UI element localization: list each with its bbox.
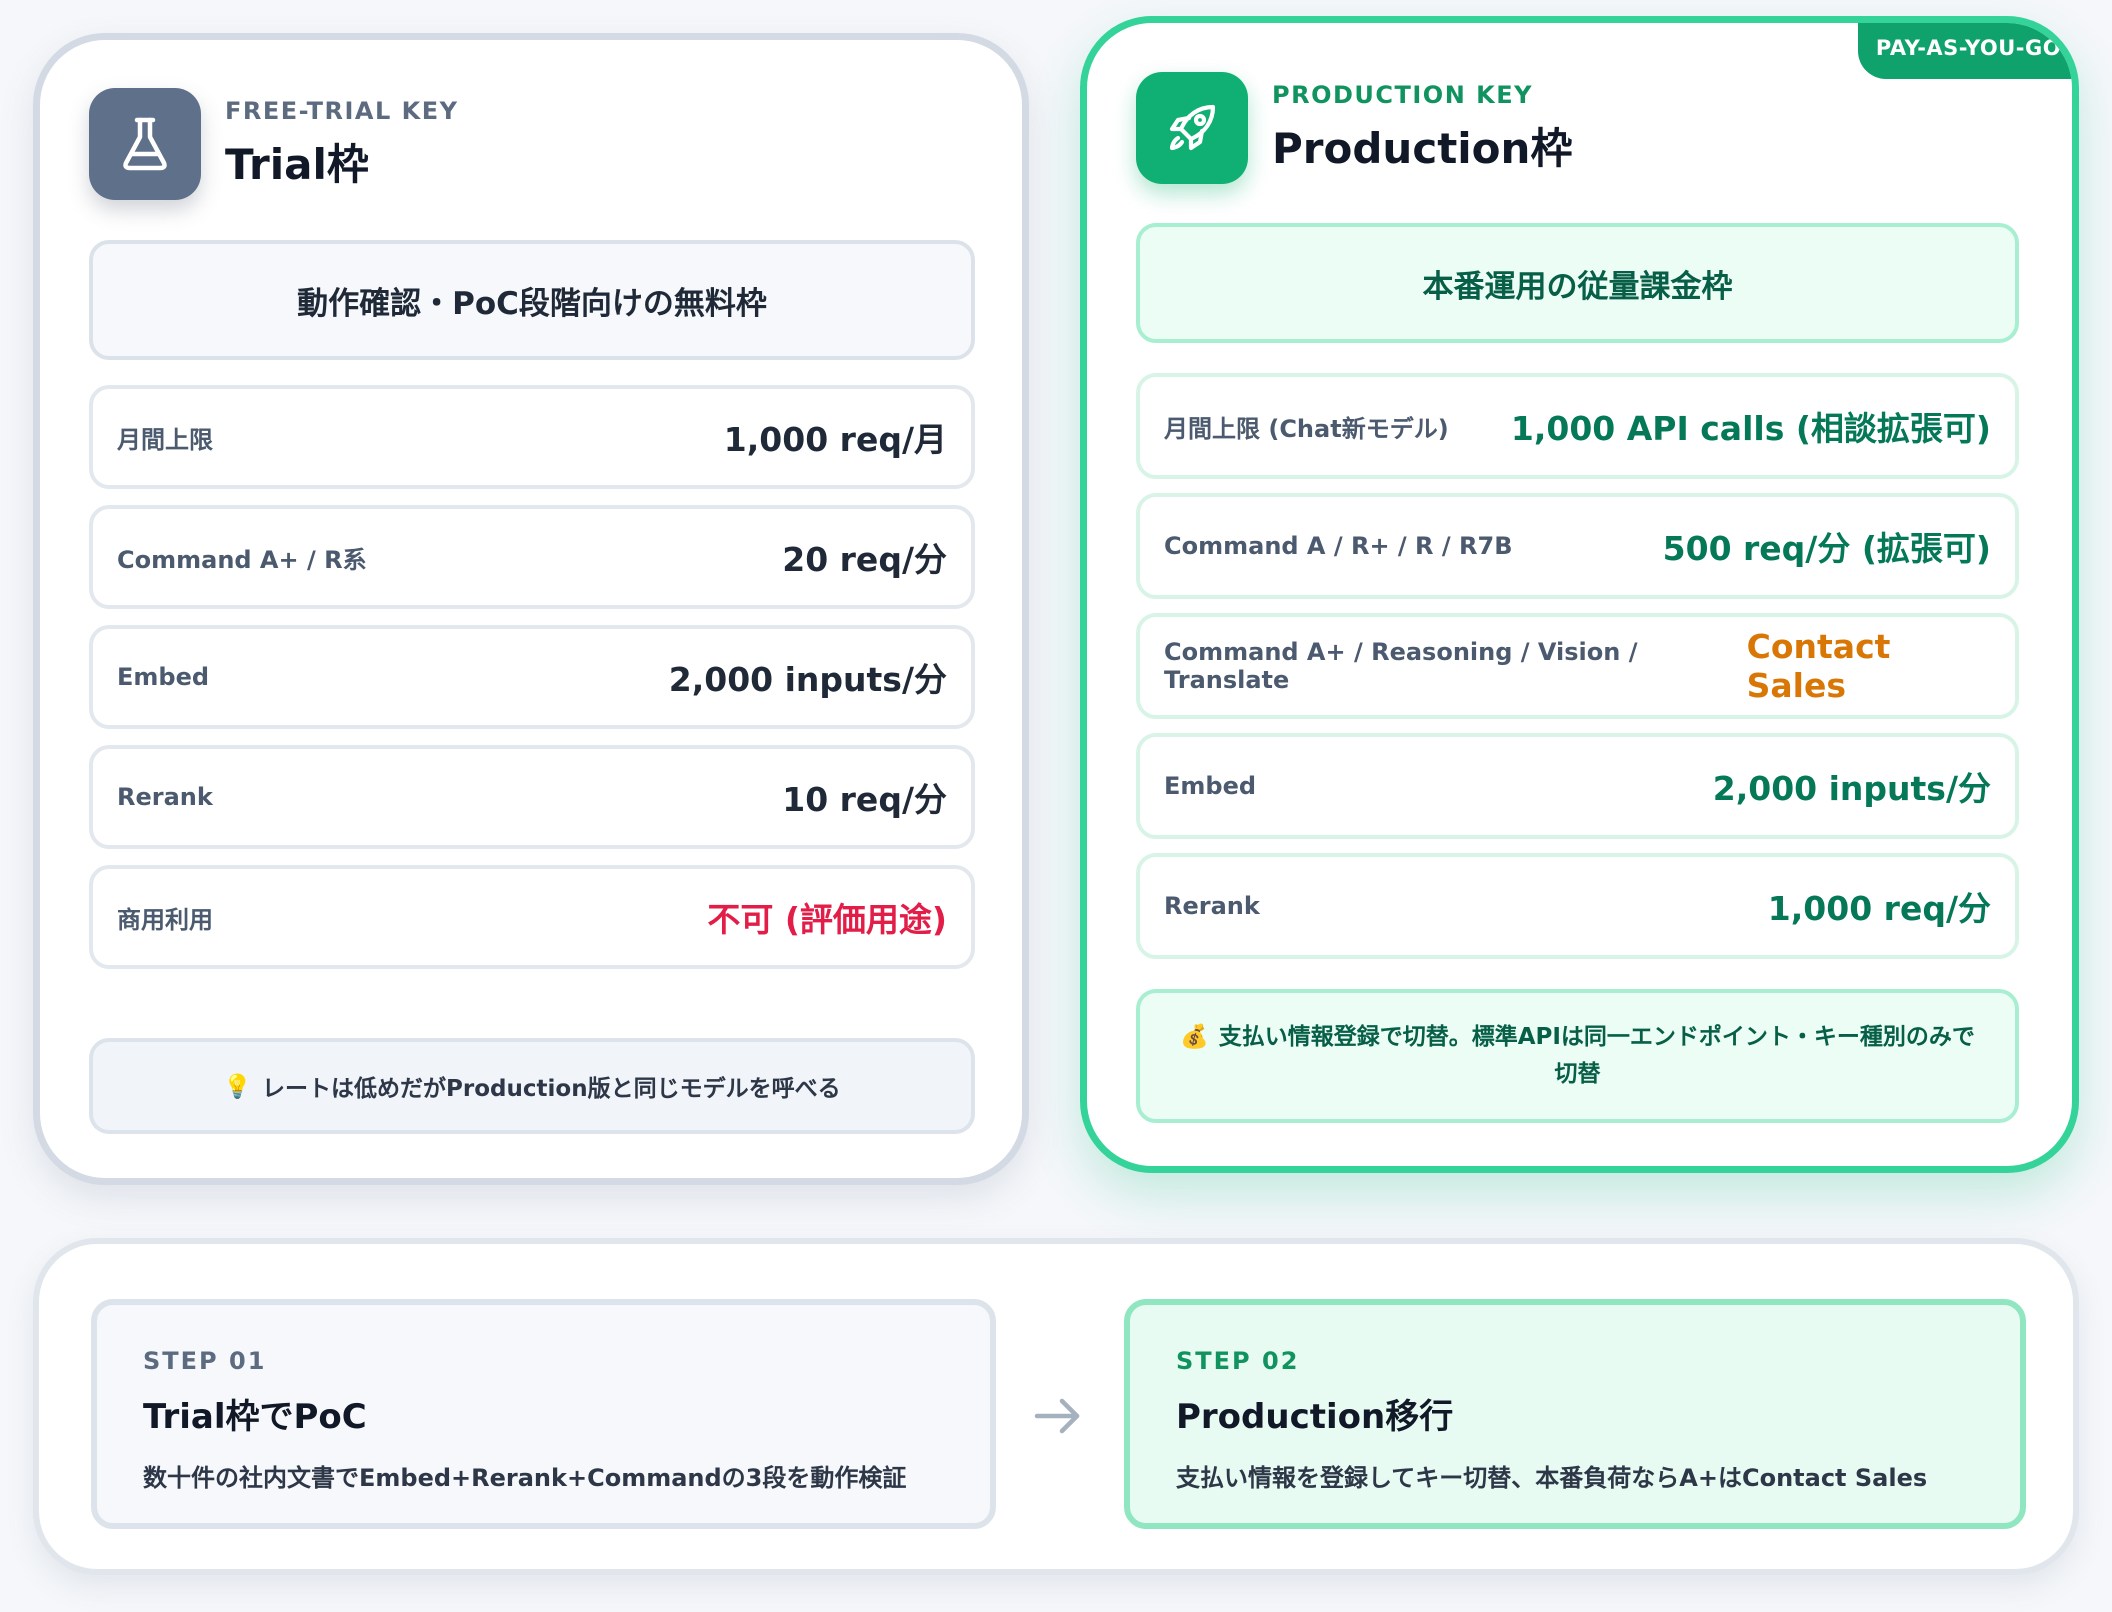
trial-summary: 動作確認・PoC段階向けの無料枠 bbox=[89, 240, 975, 360]
production-row-command: Command A / R+ / R / R7B 500 req/分 (拡張可) bbox=[1136, 493, 2019, 599]
production-kicker: PRODUCTION KEY bbox=[1272, 80, 1534, 109]
row-label: 商用利用 bbox=[117, 905, 213, 934]
row-label: Rerank bbox=[1164, 892, 1260, 920]
step-description: 数十件の社内文書でEmbed+Rerank+Commandの3段を動作検証 bbox=[143, 1464, 907, 1492]
trial-row-monthly: 月間上限 1,000 req/月 bbox=[89, 385, 975, 489]
row-label: Command A+ / Reasoning / Vision / Transl… bbox=[1164, 638, 1638, 694]
production-row-command-plus: Command A+ / Reasoning / Vision / Transl… bbox=[1136, 613, 2019, 719]
row-value: Contact Sales bbox=[1746, 627, 1891, 705]
row-label: Rerank bbox=[117, 783, 213, 811]
trial-note-text: レートは低めだがProduction版と同じモデルを呼べる bbox=[262, 1076, 841, 1102]
row-value: 10 req/分 bbox=[782, 780, 947, 819]
production-note-text: 支払い情報登録で切替。標準APIは同一エンドポイント・キー種別のみで bbox=[1218, 1024, 1975, 1050]
steps-panel: STEP 01 Trial枠でPoC 数十件の社内文書でEmbed+Rerank… bbox=[33, 1238, 2079, 1575]
trial-row-embed: Embed 2,000 inputs/分 bbox=[89, 625, 975, 729]
row-value: 20 req/分 bbox=[782, 540, 947, 579]
trial-kicker: FREE-TRIAL KEY bbox=[225, 96, 459, 125]
row-value: 1,000 req/分 bbox=[1767, 889, 1991, 928]
pay-as-you-go-badge: PAY-AS-YOU-GO bbox=[1858, 23, 2072, 79]
production-row-rerank: Rerank 1,000 req/分 bbox=[1136, 853, 2019, 959]
row-label: 月間上限 (Chat新モデル) bbox=[1164, 414, 1449, 443]
row-label: Command A / R+ / R / R7B bbox=[1164, 532, 1513, 560]
rocket-icon bbox=[1136, 72, 1248, 184]
row-value: 2,000 inputs/分 bbox=[668, 660, 947, 699]
production-note-line1: 💰 支払い情報登録で切替。標準APIは同一エンドポイント・キー種別のみで bbox=[1180, 1019, 1975, 1056]
row-label: Embed bbox=[1164, 772, 1257, 800]
production-note: 💰 支払い情報登録で切替。標準APIは同一エンドポイント・キー種別のみで 切替 bbox=[1136, 989, 2019, 1123]
row-value: 1,000 API calls (相談拡張可) bbox=[1510, 409, 1991, 448]
row-value: 1,000 req/月 bbox=[723, 420, 947, 459]
trial-title: Trial枠 bbox=[225, 139, 369, 189]
production-header: PRODUCTION KEY Production枠 bbox=[1136, 72, 1572, 184]
production-card: PAY-AS-YOU-GO PRODUCTION KEY Production枠… bbox=[1080, 16, 2079, 1173]
lightbulb-icon: 💡 bbox=[223, 1073, 253, 1100]
flask-icon bbox=[89, 88, 201, 200]
step-title: Trial枠でPoC bbox=[143, 1397, 367, 1437]
trial-note: 💡 レートは低めだがProduction版と同じモデルを呼べる bbox=[89, 1038, 975, 1134]
trial-card: FREE-TRIAL KEY Trial枠 動作確認・PoC段階向けの無料枠 月… bbox=[33, 33, 1029, 1185]
trial-header: FREE-TRIAL KEY Trial枠 bbox=[89, 88, 458, 200]
money-bag-icon: 💰 bbox=[1180, 1024, 1209, 1050]
step-title: Production移行 bbox=[1176, 1397, 1454, 1437]
production-title: Production枠 bbox=[1272, 123, 1573, 173]
step-01-card: STEP 01 Trial枠でPoC 数十件の社内文書でEmbed+Rerank… bbox=[91, 1299, 996, 1529]
step-kicker: STEP 01 bbox=[143, 1347, 267, 1375]
row-label: 月間上限 bbox=[117, 425, 213, 454]
row-label: Embed bbox=[117, 663, 210, 691]
production-row-monthly: 月間上限 (Chat新モデル) 1,000 API calls (相談拡張可) bbox=[1136, 373, 2019, 479]
step-description: 支払い情報を登録してキー切替、本番負荷ならA+はContact Sales bbox=[1176, 1464, 1928, 1492]
arrow-right-icon bbox=[1034, 1398, 1080, 1434]
step-kicker: STEP 02 bbox=[1176, 1347, 1300, 1375]
row-value: 2,000 inputs/分 bbox=[1712, 769, 1991, 808]
trial-row-commercial: 商用利用 不可 (評価用途) bbox=[89, 865, 975, 969]
production-row-embed: Embed 2,000 inputs/分 bbox=[1136, 733, 2019, 839]
row-value: 500 req/分 (拡張可) bbox=[1662, 529, 1991, 568]
trial-row-rerank: Rerank 10 req/分 bbox=[89, 745, 975, 849]
row-label: Command A+ / R系 bbox=[117, 545, 367, 574]
step-02-card: STEP 02 Production移行 支払い情報を登録してキー切替、本番負荷… bbox=[1124, 1299, 2026, 1529]
production-note-line2: 切替 bbox=[1554, 1061, 1601, 1087]
row-value: 不可 (評価用途) bbox=[707, 900, 947, 939]
trial-row-command: Command A+ / R系 20 req/分 bbox=[89, 505, 975, 609]
production-summary: 本番運用の従量課金枠 bbox=[1136, 223, 2019, 343]
